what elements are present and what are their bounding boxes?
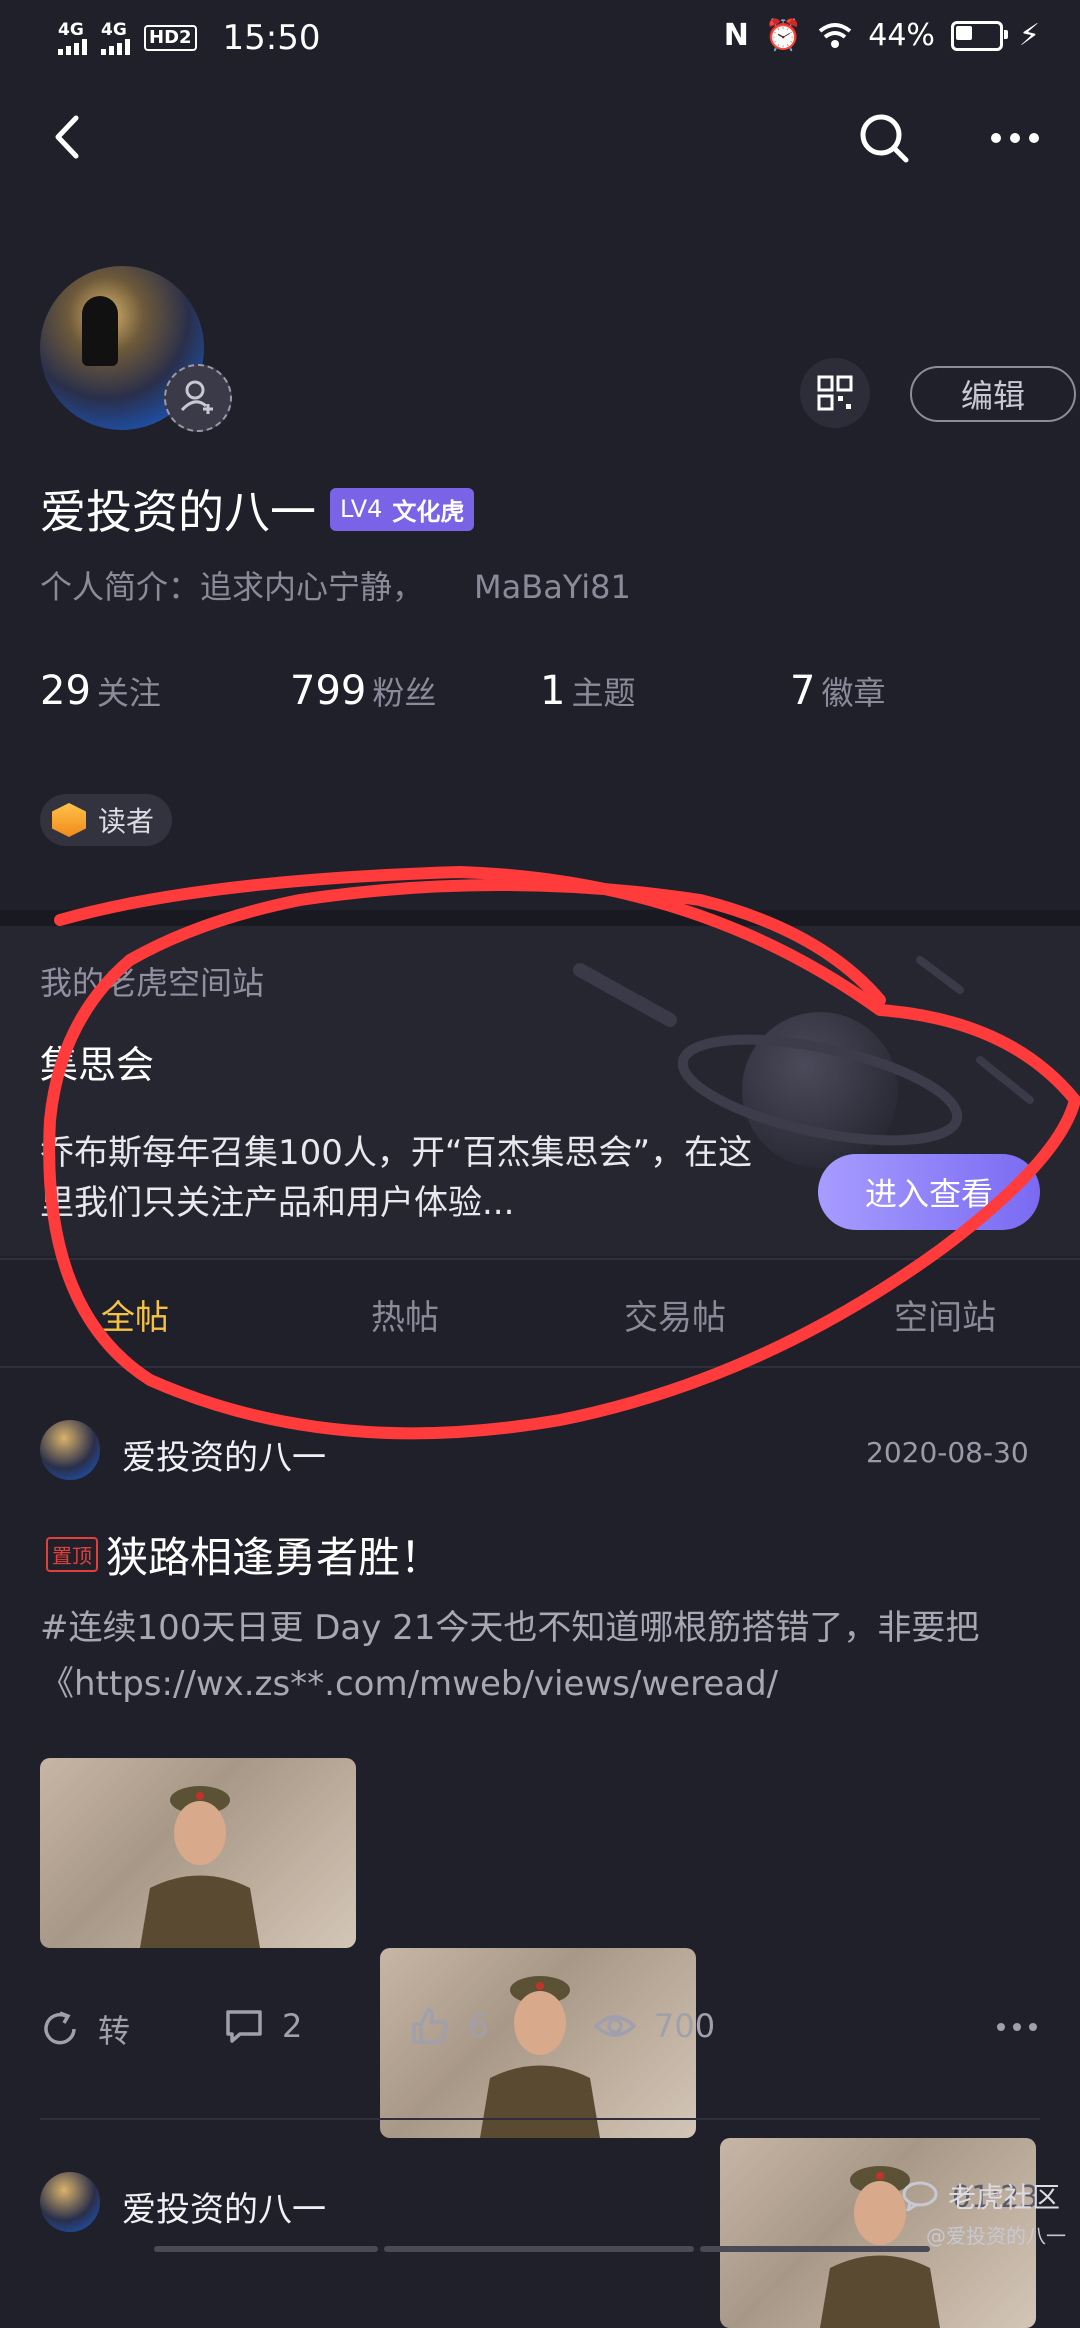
edit-profile-button[interactable]: 编辑: [910, 366, 1076, 422]
post-more-icon[interactable]: [996, 2020, 1038, 2034]
level-badge[interactable]: LV4 文化虎: [330, 487, 475, 531]
tab-all-posts[interactable]: 全帖: [0, 1290, 270, 1339]
next-post-author-name[interactable]: 爱投资的八一: [122, 2182, 326, 2231]
watermark-brand: 老虎社区: [948, 2181, 1061, 2214]
pinned-badge: 置顶: [46, 1537, 98, 1572]
group-name: 集思会: [40, 1043, 155, 1087]
stat-label: 关注: [96, 674, 161, 712]
back-icon[interactable]: [48, 112, 88, 162]
stat-label: 粉丝: [372, 674, 437, 712]
view-count: 700: [594, 2006, 715, 2046]
nfc-icon: N: [723, 18, 749, 53]
scroll-indicator-1: [154, 2246, 378, 2252]
enter-view-button[interactable]: 进入查看: [818, 1154, 1040, 1230]
stat-badges[interactable]: 7 徽章: [790, 668, 885, 714]
stat-value: 799: [290, 668, 367, 714]
cell-signal-icon-2: 4G: [101, 21, 130, 55]
next-post-author-avatar[interactable]: [40, 2172, 100, 2232]
post-image-1[interactable]: [40, 1758, 356, 1948]
scroll-indicator-3: [700, 2246, 930, 2252]
level-number: LV4: [340, 495, 383, 523]
qr-code-icon: [817, 375, 853, 411]
post-body[interactable]: #连续100天日更 Day 21今天也不知道哪根筋搭错了，非要把《https:/…: [40, 1600, 1040, 1712]
post-author-avatar[interactable]: [40, 1420, 100, 1480]
repost-icon: [44, 2011, 76, 2045]
repost-button[interactable]: 转: [40, 2006, 130, 2052]
tab-bar: 全帖 热帖 交易帖 空间站: [0, 1290, 1080, 1339]
stat-label: 主题: [571, 674, 636, 712]
tab-divider-bottom: [0, 1366, 1080, 1368]
hd-voice-icon: HD2: [144, 25, 197, 51]
comment-icon: [226, 2010, 262, 2043]
like-button[interactable]: 6: [410, 2006, 488, 2046]
comment-count: 2: [282, 2007, 303, 2045]
stat-value: 7: [790, 668, 816, 714]
battery-icon: [950, 20, 1008, 51]
name-row: 爱投资的八一 LV4 文化虎: [40, 476, 475, 542]
add-user-icon: [180, 380, 213, 414]
reader-badge[interactable]: 读者: [40, 794, 173, 846]
space-station-title: 我的老虎空间站: [40, 964, 265, 1002]
post-title-row[interactable]: 置顶 狭路相逢勇者胜！: [46, 1524, 442, 1585]
soldier-figure: [480, 1976, 600, 2138]
like-count: 6: [468, 2007, 489, 2045]
group-description: 乔布斯每年召集100人，开“百杰集思会”，在这里我们只关注产品和用户体验...: [40, 1133, 753, 1223]
post-date: 2020-08-30: [866, 1436, 1029, 1469]
status-time: 15:50: [222, 18, 321, 58]
status-bar: 4G 4G HD2 15:50 N ⏰ 44% ⚡: [0, 0, 1080, 80]
alarm-icon: ⏰: [764, 18, 803, 53]
bio: 个人简介：追求内心宁静， MaBaYi81: [40, 562, 631, 608]
reader-badge-icon: [52, 803, 86, 837]
stat-value: 29: [40, 668, 91, 714]
user-name: 爱投资的八一: [40, 485, 316, 539]
search-icon[interactable]: [858, 112, 910, 164]
post-divider: [40, 2118, 1040, 2120]
tab-trade-posts[interactable]: 交易帖: [540, 1290, 810, 1339]
qr-code-button[interactable]: [800, 358, 870, 428]
section-divider: [0, 910, 1080, 926]
stat-following[interactable]: 29 关注: [40, 668, 161, 714]
comment-button[interactable]: 2: [224, 2006, 302, 2046]
eye-icon: [594, 2015, 636, 2037]
add-friend-button[interactable]: [164, 364, 232, 432]
stat-topics[interactable]: 1 主题: [540, 668, 635, 714]
tab-space-station[interactable]: 空间站: [810, 1290, 1080, 1339]
bio-text: 个人简介：追求内心宁静，: [40, 568, 425, 606]
stat-label: 徽章: [821, 674, 886, 712]
more-icon[interactable]: [990, 128, 1040, 148]
tab-divider-top: [0, 1258, 1080, 1260]
stat-value: 1: [540, 668, 566, 714]
tab-hot-posts[interactable]: 热帖: [270, 1290, 540, 1339]
battery-percent: 44%: [868, 18, 935, 53]
chat-bubble-icon: [902, 2181, 938, 2211]
wifi-icon: [818, 22, 852, 48]
user-handle: MaBaYi81: [474, 568, 631, 606]
post-title: 狭路相逢勇者胜！: [106, 1533, 443, 1582]
repost-label: 转: [98, 2012, 131, 2050]
charging-icon: ⚡: [1018, 18, 1040, 53]
soldier-figure: [140, 1786, 260, 1948]
level-title: 文化虎: [392, 497, 465, 526]
stat-followers[interactable]: 799 粉丝: [290, 668, 436, 714]
reader-badge-label: 读者: [98, 805, 155, 838]
post-author-name[interactable]: 爱投资的八一: [122, 1430, 326, 1479]
cell-signal-icon: 4G: [58, 21, 87, 55]
community-watermark: 老虎社区: [902, 2176, 1060, 2216]
view-count-value: 700: [654, 2007, 716, 2045]
thumbs-up-icon: [412, 2008, 448, 2044]
watermark-handle: @爱投资的八一: [926, 2224, 1066, 2248]
scroll-indicator-2: [384, 2246, 694, 2252]
